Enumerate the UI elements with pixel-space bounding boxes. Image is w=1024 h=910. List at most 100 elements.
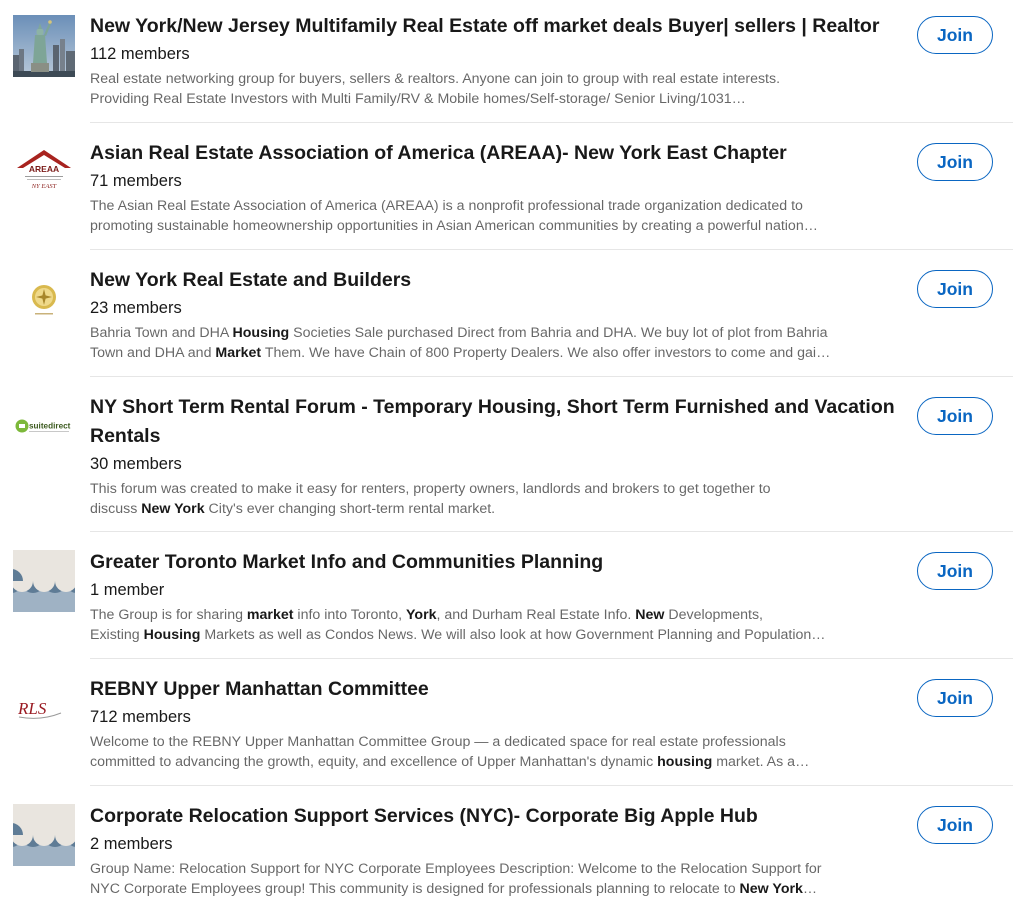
- description-text: Them. We have Chain of 800 Property Deal…: [261, 344, 831, 361]
- group-title[interactable]: New York/New Jersey Multifamily Real Est…: [90, 12, 900, 41]
- suitedirect-logo-icon: suitedirect: [13, 395, 75, 457]
- description-text: Real estate networking group for buyers,…: [90, 71, 781, 87]
- description-line: Bahria Town and DHA Housing Societies Sa…: [90, 324, 890, 344]
- member-count: 23 members: [90, 299, 182, 317]
- description-line: Existing Housing Markets as well as Cond…: [90, 626, 890, 646]
- group-title[interactable]: REBNY Upper Manhattan Committee: [90, 675, 900, 704]
- description-text: The Group is for sharing: [90, 607, 247, 623]
- description-line: NYC Corporate Employees group! This comm…: [90, 880, 890, 900]
- keyword-highlight: York: [406, 607, 437, 623]
- join-button[interactable]: Join: [917, 806, 993, 844]
- description-text: info into Toronto,: [293, 607, 406, 623]
- svg-text:RLS: RLS: [17, 699, 47, 718]
- gold-emblem-logo-icon: [13, 268, 75, 330]
- description-line: Welcome to the REBNY Upper Manhattan Com…: [90, 733, 890, 753]
- description-text: NYC Corporate Employees group! This comm…: [90, 880, 740, 897]
- description-text: , and Durham Real Estate Info.: [436, 607, 636, 623]
- join-button[interactable]: Join: [917, 552, 993, 590]
- svg-text:AREAA: AREAA: [29, 164, 59, 174]
- group-details: New York/New Jersey Multifamily Real Est…: [90, 12, 900, 109]
- statue-of-liberty-photo-icon: [13, 15, 75, 77]
- group-logo[interactable]: [13, 804, 75, 866]
- svg-text:NY EAST: NY EAST: [31, 183, 57, 190]
- description-text: Town and DHA and: [90, 344, 216, 361]
- svg-text:suitedirect: suitedirect: [29, 422, 71, 431]
- description-text: Existing: [90, 626, 144, 643]
- group-description: The Group is for sharing market info int…: [90, 606, 900, 645]
- group-description: Group Name: Relocation Support for NYC C…: [90, 860, 900, 899]
- group-description: Welcome to the REBNY Upper Manhattan Com…: [90, 733, 900, 772]
- divider: [90, 122, 1013, 123]
- group-logo[interactable]: [13, 15, 75, 77]
- join-button[interactable]: Join: [917, 679, 993, 717]
- join-button[interactable]: Join: [917, 270, 993, 308]
- keyword-highlight: New: [635, 607, 665, 623]
- join-button[interactable]: Join: [917, 397, 993, 435]
- member-count: 71 members: [90, 172, 182, 190]
- group-logo[interactable]: [13, 550, 75, 612]
- group-title[interactable]: Corporate Relocation Support Services (N…: [90, 802, 900, 831]
- group-logo[interactable]: [13, 268, 75, 330]
- keyword-highlight: New York: [739, 880, 803, 897]
- description-line: discuss New York City's ever changing sh…: [90, 500, 890, 520]
- keyword-highlight: market: [246, 607, 294, 623]
- description-text: City's ever changing short-term rental m…: [204, 500, 496, 517]
- group-title[interactable]: Greater Toronto Market Info and Communit…: [90, 548, 900, 577]
- member-count: 712 members: [90, 708, 191, 726]
- description-text: promoting sustainable homeownership oppo…: [90, 217, 818, 234]
- keyword-highlight: New York: [141, 500, 205, 517]
- description-text: Developments,: [664, 607, 763, 623]
- keyword-highlight: Market: [215, 344, 262, 361]
- description-line: Group Name: Relocation Support for NYC C…: [90, 860, 890, 880]
- member-count: 1 member: [90, 581, 165, 599]
- description-text: Providing Real Estate Investors with Mul…: [90, 90, 746, 107]
- member-count: 30 members: [90, 455, 182, 473]
- join-button[interactable]: Join: [917, 143, 993, 181]
- rls-logo-icon: RLS: [13, 677, 75, 739]
- group-details: NY Short Term Rental Forum - Temporary H…: [90, 393, 900, 519]
- description-text: Markets as well as Condos News. We will …: [200, 626, 826, 643]
- group-details: Corporate Relocation Support Services (N…: [90, 802, 900, 899]
- description-text: …: [802, 880, 818, 897]
- group-description: This forum was created to make it easy f…: [90, 480, 900, 519]
- description-line: Providing Real Estate Investors with Mul…: [90, 90, 890, 110]
- description-line: promoting sustainable homeownership oppo…: [90, 217, 890, 237]
- description-text: This forum was created to make it easy f…: [90, 481, 771, 497]
- group-logo[interactable]: AREAA NY EAST: [13, 142, 75, 204]
- group-description: The Asian Real Estate Association of Ame…: [90, 197, 900, 236]
- description-text: discuss: [90, 500, 142, 517]
- keyword-highlight: housing: [657, 753, 713, 770]
- divider: [90, 531, 1013, 532]
- group-details: Greater Toronto Market Info and Communit…: [90, 548, 900, 645]
- member-count: 112 members: [90, 45, 190, 63]
- description-line: The Group is for sharing market info int…: [90, 606, 890, 626]
- description-line: Town and DHA and Market Them. We have Ch…: [90, 344, 890, 364]
- divider: [90, 785, 1013, 786]
- join-button[interactable]: Join: [917, 16, 993, 54]
- group-description: Bahria Town and DHA Housing Societies Sa…: [90, 324, 900, 363]
- default-group-logo-icon: [13, 804, 75, 866]
- keyword-highlight: Housing: [143, 626, 201, 643]
- divider: [90, 376, 1013, 377]
- description-line: The Asian Real Estate Association of Ame…: [90, 197, 890, 217]
- description-text: Welcome to the REBNY Upper Manhattan Com…: [90, 734, 786, 750]
- group-details: Asian Real Estate Association of America…: [90, 139, 900, 236]
- description-text: Bahria Town and DHA: [90, 325, 233, 341]
- description-line: committed to advancing the growth, equit…: [90, 753, 890, 773]
- description-line: This forum was created to make it easy f…: [90, 480, 890, 500]
- divider: [90, 249, 1013, 250]
- default-group-logo-icon: [13, 550, 75, 612]
- group-details: REBNY Upper Manhattan Committee 712 memb…: [90, 675, 900, 772]
- keyword-highlight: Housing: [232, 325, 290, 341]
- group-logo[interactable]: suitedirect: [13, 395, 75, 457]
- group-description: Real estate networking group for buyers,…: [90, 70, 900, 109]
- group-logo[interactable]: RLS: [13, 677, 75, 739]
- group-title[interactable]: New York Real Estate and Builders: [90, 266, 900, 295]
- group-title[interactable]: Asian Real Estate Association of America…: [90, 139, 900, 168]
- group-details: New York Real Estate and Builders 23 mem…: [90, 266, 900, 363]
- group-title[interactable]: NY Short Term Rental Forum - Temporary H…: [90, 393, 900, 451]
- description-line: Real estate networking group for buyers,…: [90, 70, 890, 90]
- description-text: The Asian Real Estate Association of Ame…: [90, 198, 803, 214]
- description-text: committed to advancing the growth, equit…: [90, 753, 658, 770]
- description-text: market. As a…: [712, 753, 810, 770]
